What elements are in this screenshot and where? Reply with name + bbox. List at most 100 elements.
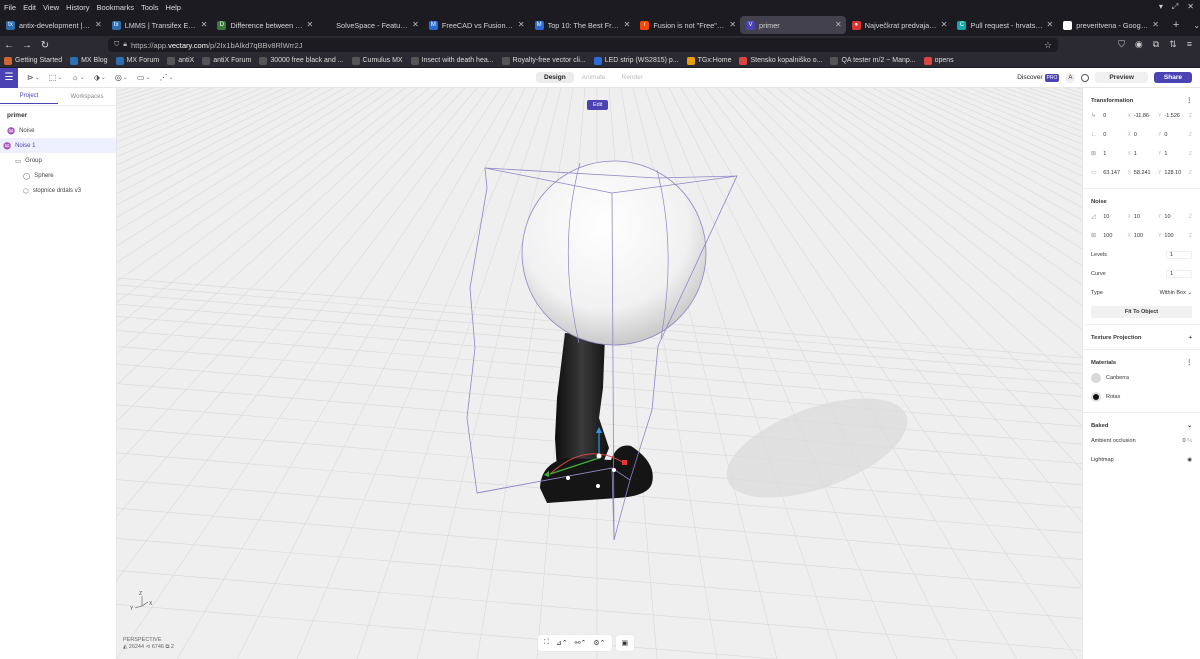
lock-icon[interactable]: 🔒︎ xyxy=(123,41,127,49)
eye-icon[interactable]: ◉ xyxy=(1187,457,1192,463)
browser-tab[interactable]: MTop 10: The Best Free CA✕ xyxy=(529,16,635,34)
bookmark-item[interactable]: Getting Started xyxy=(4,56,62,65)
tab-close-icon[interactable]: ✕ xyxy=(95,20,102,29)
more-options-icon[interactable]: ⋮ xyxy=(1186,98,1192,104)
bookmark-star-icon[interactable]: ☆ xyxy=(1044,40,1052,51)
tab-close-icon[interactable]: ✕ xyxy=(835,20,842,29)
menu-view[interactable]: View xyxy=(43,3,59,12)
noise-x[interactable]: 10 X xyxy=(1103,214,1131,220)
minimize-icon[interactable]: ▾ xyxy=(1159,2,1163,12)
browser-tab[interactable]: SolveSpace - Features ✕ xyxy=(317,16,423,34)
menu-tools[interactable]: Tools xyxy=(141,3,159,12)
size-y[interactable]: 58.241 Y xyxy=(1134,170,1162,176)
noise-z[interactable]: 10 Z xyxy=(1164,214,1192,220)
preview-button[interactable]: Preview xyxy=(1095,72,1148,83)
ao-input[interactable]: 0 % xyxy=(1183,438,1192,444)
mode-design[interactable]: Design xyxy=(536,72,574,83)
material-tool[interactable]: ◎ ⌄ xyxy=(115,73,128,82)
mode-animate[interactable]: Animate xyxy=(574,72,614,83)
menu-icon[interactable]: ≡ xyxy=(1187,39,1192,50)
add-object-tool[interactable]: ⬚ ⌄ xyxy=(49,73,63,82)
menu-file[interactable]: File xyxy=(4,3,16,12)
menu-bookmarks[interactable]: Bookmarks xyxy=(97,3,135,12)
tab-close-icon[interactable]: ✕ xyxy=(624,20,631,29)
material-item[interactable]: Rotax xyxy=(1091,387,1192,406)
tab-close-icon[interactable]: ✕ xyxy=(518,20,525,29)
scene-tree-item[interactable]: ♒ Noise 1 xyxy=(0,138,116,153)
levels-input[interactable]: 1 xyxy=(1166,250,1192,259)
select-tool[interactable]: ⊳ ⌄ xyxy=(27,73,40,82)
position-y[interactable]: -11.86· Y xyxy=(1134,113,1162,119)
scene-tree-item[interactable]: ♒ Noise xyxy=(7,123,116,138)
image-tool[interactable]: ▭ ⌄ xyxy=(137,73,151,82)
gizmo-x-handle[interactable] xyxy=(622,460,627,465)
noise-y[interactable]: 10 Y xyxy=(1134,214,1162,220)
browser-tab[interactable]: C Pull request - hrvatski pri ✕ xyxy=(951,16,1057,34)
browser-tab[interactable]: MFreeCAD vs Fusion 360: T✕ xyxy=(423,16,529,34)
more-options-icon[interactable]: ⋮ xyxy=(1186,360,1192,366)
modifier-tool[interactable]: ⬗ ⌄ xyxy=(94,73,106,82)
focus-icon[interactable]: ⛶ xyxy=(544,639,549,647)
pocket-icon[interactable]: ⛉ xyxy=(1118,39,1125,50)
tab-list-icon[interactable]: ⌄ xyxy=(1193,21,1200,30)
tab-workspaces[interactable]: Workspaces xyxy=(58,90,116,104)
bookmark-item[interactable]: MX Blog xyxy=(70,56,108,65)
browser-tab[interactable]: rFusion is not "Free" : r/Fu✕ xyxy=(634,16,740,34)
fit-to-object-button[interactable]: Fit To Object xyxy=(1091,306,1192,318)
view-settings-icon[interactable]: ⚙⌃ xyxy=(593,639,605,647)
browser-tab[interactable]: D Difference between CAD ✕ xyxy=(211,16,317,34)
type-select[interactable]: Within Box ⌄ xyxy=(1160,290,1192,296)
bookmark-item[interactable]: opens xyxy=(923,56,954,65)
measure-icon[interactable]: ⚯⌃ xyxy=(575,639,587,647)
curve-input[interactable]: 1 xyxy=(1166,269,1192,278)
hamburger-menu-icon[interactable]: ☰ xyxy=(0,67,18,88)
tab-close-icon[interactable]: ✕ xyxy=(1046,20,1053,29)
viewport-canvas[interactable]: Z X Y xyxy=(117,88,1082,659)
tab-close-icon[interactable]: ✕ xyxy=(941,20,948,29)
mode-render[interactable]: Render xyxy=(614,72,651,83)
panel-layout-icon[interactable]: ▣ xyxy=(622,639,629,647)
browser-tab[interactable]: tx LMMS | Transifex Editor ✕ xyxy=(106,16,212,34)
scale-y[interactable]: 1Y xyxy=(1134,151,1162,157)
forward-icon[interactable]: → xyxy=(18,40,36,51)
camera-mode-label[interactable]: PERSPECTIVE xyxy=(123,637,174,644)
tab-close-icon[interactable]: ✕ xyxy=(201,20,208,29)
shield-icon[interactable]: ⛉ xyxy=(114,41,119,49)
position-z[interactable]: -1.526 Z xyxy=(1164,113,1192,119)
reload-icon[interactable]: ↻ xyxy=(36,40,54,51)
strength-x[interactable]: 100 X xyxy=(1103,233,1131,239)
size-z[interactable]: 128.10 Z xyxy=(1164,170,1192,176)
bookmark-item[interactable]: Cumulus MX xyxy=(351,56,403,65)
gizmo-center[interactable] xyxy=(596,453,602,459)
material-item[interactable]: Canberra xyxy=(1091,368,1192,387)
control-point[interactable] xyxy=(566,476,570,480)
bookmark-item[interactable]: MX Forum xyxy=(115,56,159,65)
menu-edit[interactable]: Edit xyxy=(23,3,36,12)
bookmark-item[interactable]: antiX Forum xyxy=(202,56,251,65)
comment-icon[interactable] xyxy=(1081,73,1090,82)
new-tab-icon[interactable]: + xyxy=(1173,19,1179,31)
browser-tab[interactable]: tx antix-development | Tra ✕ xyxy=(0,16,106,34)
scene-tree-item[interactable]: ◯ Sphere xyxy=(7,168,116,183)
browser-tab[interactable]: Gpreveritvena - Google Se✕ xyxy=(1057,16,1163,34)
browser-tab[interactable]: Vprimer ✕ xyxy=(740,16,846,34)
bookmark-item[interactable]: Insect with death hea... xyxy=(410,56,494,65)
share-button[interactable]: Share xyxy=(1153,72,1192,83)
url-bar[interactable]: ⛉ 🔒︎ https://app. vectary.com/p/2Ix1bAlkd… xyxy=(108,38,1058,52)
bookmark-item[interactable]: Royalty-free vector cli... xyxy=(501,56,586,65)
discover-link[interactable]: Discover PRO xyxy=(1017,74,1060,82)
3d-viewport[interactable]: Z X Y Edit PERSPECTIVE ◭ 26244 ⊲ 6746 ⧉ … xyxy=(117,88,1082,659)
strength-z[interactable]: 100 Z xyxy=(1164,233,1192,239)
rotation-x[interactable]: 0X xyxy=(1103,132,1131,138)
back-icon[interactable]: ← xyxy=(0,40,18,51)
tab-close-icon[interactable]: ✕ xyxy=(306,20,313,29)
avatar[interactable]: A xyxy=(1065,72,1076,83)
add-icon[interactable]: + xyxy=(1189,335,1192,341)
tab-close-icon[interactable]: ✕ xyxy=(1152,20,1159,29)
edit-button[interactable]: Edit xyxy=(587,100,609,110)
scene-tree-item[interactable]: ⬡ stopnice drdals v3 xyxy=(7,183,116,198)
position-x[interactable]: 0X xyxy=(1103,113,1131,119)
bookmark-item[interactable]: 30000 free black and ... xyxy=(259,56,344,65)
tab-project[interactable]: Project xyxy=(0,89,58,104)
scene-tree-item[interactable]: ▭ Group xyxy=(7,153,116,168)
